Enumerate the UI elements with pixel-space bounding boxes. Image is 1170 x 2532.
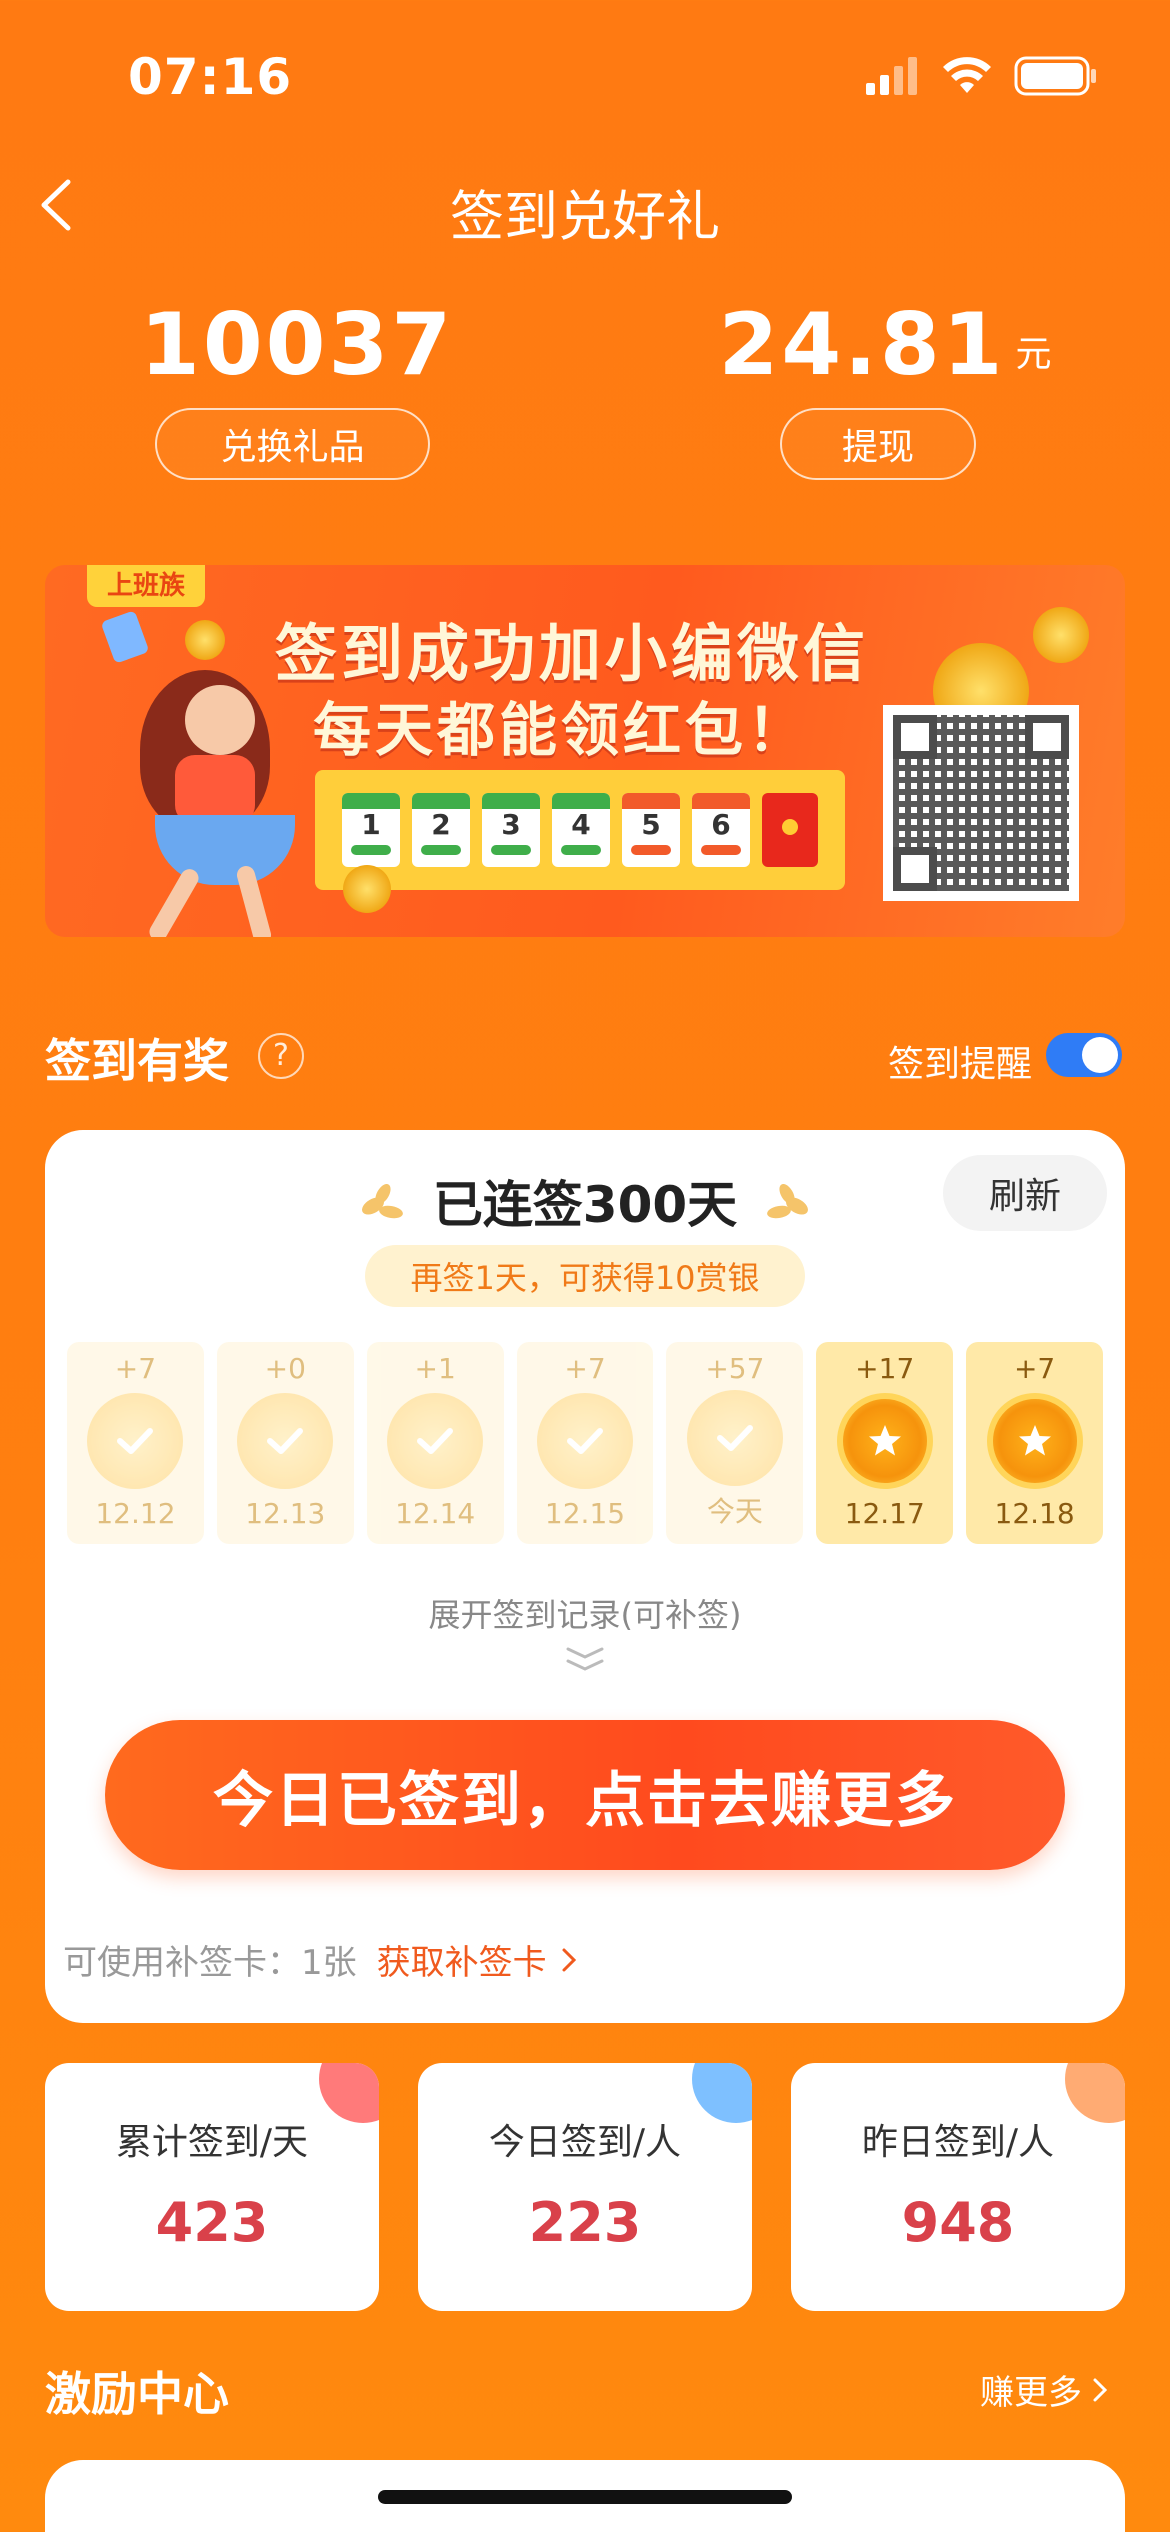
star-icon — [986, 1393, 1083, 1489]
calendar-day: 4 — [552, 793, 610, 867]
stat-label: 昨日签到/人 — [861, 2122, 1055, 2163]
calendar-day: 6 — [692, 793, 750, 867]
stat-card-total: 累计签到/天 423 — [45, 2063, 379, 2311]
day-date: 12.12 — [95, 1497, 176, 1530]
day-cell-today: +57 今天 — [666, 1342, 804, 1544]
streak-text: 已连签300天 — [432, 1176, 738, 1234]
status-icons — [866, 56, 1098, 96]
earn-more-label: 赚更多 — [980, 2373, 1082, 2413]
red-envelope-icon — [762, 793, 818, 867]
promo-banner[interactable]: 上班族 签到成功加小编微信 每天都能领红包！ 1 2 3 4 5 6 — [45, 565, 1125, 937]
stat-card-yesterday: 昨日签到/人 948 — [791, 2063, 1125, 2311]
day-date: 12.15 — [544, 1497, 626, 1530]
stat-label: 今日签到/人 — [488, 2122, 682, 2163]
help-icon[interactable]: ? — [258, 1033, 304, 1079]
laurel-right-icon — [767, 1184, 809, 1219]
coin-icon — [185, 620, 225, 660]
day-points: +17 — [855, 1352, 915, 1385]
checkin-card: 已连签300天 刷新 再签1天，可获得10赏银 +7 12.12 +0 12.1… — [45, 1130, 1125, 2023]
day-points: +0 — [264, 1352, 306, 1385]
day-points: +1 — [414, 1352, 456, 1385]
qr-code — [883, 705, 1079, 901]
day-date: 今天 — [706, 1495, 763, 1528]
home-indicator[interactable] — [378, 2490, 792, 2504]
day-points: +7 — [564, 1352, 606, 1385]
checkin-days: +7 12.12 +0 12.13 +1 12.14 +7 12.15 +57 … — [67, 1342, 1104, 1544]
day-cell: +0 12.13 — [216, 1342, 354, 1544]
redeem-gifts-button[interactable]: 兑换礼品 — [155, 408, 430, 480]
reminder-toggle[interactable] — [1046, 1033, 1122, 1077]
day-cell: +1 12.14 — [366, 1342, 504, 1544]
bonus-hint: 再签1天，可获得10赏银 — [365, 1245, 805, 1307]
coin-icon — [1033, 607, 1089, 663]
day-cell: +7 12.15 — [516, 1342, 654, 1544]
expand-records-link[interactable]: 展开签到记录(可补签) — [45, 1590, 1125, 1636]
star-icon — [836, 1393, 933, 1489]
stat-value: 948 — [901, 2191, 1015, 2254]
withdraw-button[interactable]: 提现 — [780, 408, 976, 480]
calendar-day: 3 — [482, 793, 540, 867]
get-makeup-card-link[interactable]: 获取补签卡 — [377, 1935, 579, 1984]
signal-icon — [866, 57, 917, 95]
stat-value: 423 — [155, 2191, 269, 2254]
day-points: +57 — [705, 1352, 765, 1385]
check-icon — [87, 1393, 184, 1489]
makeup-card-label: 可使用补签卡：1张 — [63, 1943, 357, 1983]
day-cell: +7 12.18 — [966, 1342, 1104, 1544]
get-makeup-card-label: 获取补签卡 — [376, 1943, 547, 1983]
earn-more-button[interactable]: 今日已签到，点击去赚更多 — [105, 1720, 1065, 1870]
day-points: +7 — [114, 1352, 157, 1385]
banner-tag: 上班族 — [87, 565, 205, 607]
banner-subheadline: 每天都能领红包！ — [313, 696, 810, 764]
coin-stack-icon — [343, 865, 391, 913]
check-icon — [237, 1393, 334, 1489]
calendar-strip: 1 2 3 4 5 6 — [315, 770, 845, 890]
status-time: 07:16 — [128, 48, 293, 106]
girl-leg — [146, 865, 202, 937]
phone-icon — [100, 610, 150, 664]
calendar-day: 1 — [342, 793, 400, 867]
day-date: 12.14 — [395, 1497, 476, 1530]
stat-value: 223 — [528, 2191, 642, 2254]
cash-amount: 24.81 — [718, 295, 1006, 395]
battery-icon — [1014, 56, 1096, 96]
refresh-button[interactable]: 刷新 — [943, 1155, 1107, 1231]
page-title: 签到兑好礼 — [450, 185, 720, 248]
chevron-right-icon — [1093, 2378, 1108, 2401]
day-date: 12.18 — [994, 1497, 1075, 1530]
double-chevron-down-icon[interactable] — [560, 1645, 610, 1675]
makeup-card-count: 1张 — [301, 1943, 357, 1983]
girl-skirt — [155, 815, 295, 885]
chevron-right-icon — [562, 1948, 576, 1971]
checkin-section-title: 签到有奖 — [45, 1034, 229, 1088]
day-cell: +17 12.17 — [816, 1342, 954, 1544]
cash-unit: 元 — [1015, 334, 1052, 375]
calendar-day: 2 — [412, 793, 470, 867]
check-icon — [537, 1393, 633, 1489]
cash-balance: 24.81 元 — [718, 295, 1051, 395]
day-date: 12.17 — [844, 1497, 925, 1530]
stat-card-today: 今日签到/人 223 — [418, 2063, 752, 2311]
check-icon — [387, 1393, 484, 1489]
laurel-left-icon — [361, 1184, 403, 1219]
incentive-section-title: 激励中心 — [45, 2367, 229, 2421]
girl-head — [185, 685, 255, 755]
banner-headline: 签到成功加小编微信 — [275, 617, 870, 690]
points-balance: 10037 — [140, 295, 455, 395]
earn-more-link[interactable]: 赚更多 — [980, 2365, 1110, 2414]
makeup-card-row: 可使用补签卡：1张 获取补签卡 — [63, 1935, 579, 1984]
day-cell: +7 12.12 — [67, 1342, 204, 1544]
calendar-day: 5 — [622, 793, 680, 867]
stat-label: 累计签到/天 — [115, 2122, 309, 2163]
reminder-label: 签到提醒 — [888, 1044, 1033, 1085]
day-date: 12.13 — [245, 1497, 326, 1530]
day-points: +7 — [1013, 1352, 1056, 1385]
check-icon — [686, 1389, 783, 1486]
wifi-icon — [943, 57, 991, 93]
